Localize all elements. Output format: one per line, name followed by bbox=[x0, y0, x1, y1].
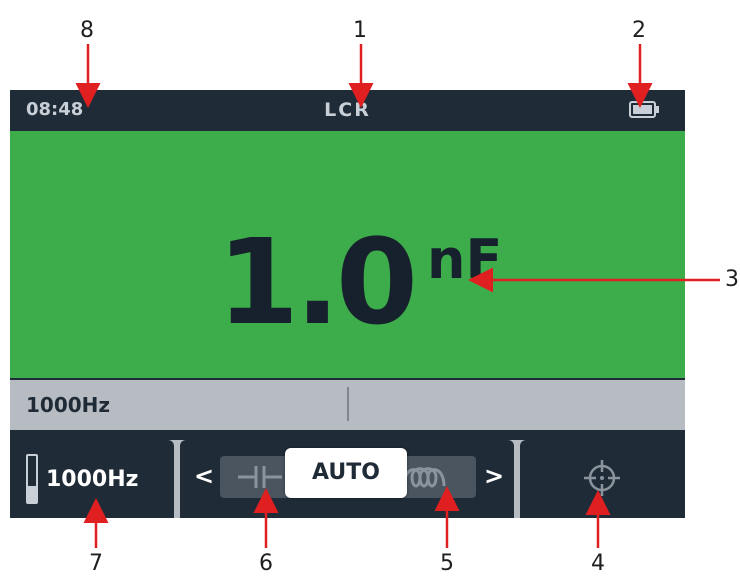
callout-5: 5 bbox=[440, 551, 454, 576]
frequency-softkey-label: 1000Hz bbox=[46, 467, 139, 492]
secondary-divider bbox=[347, 387, 349, 421]
callout-8: 8 bbox=[80, 18, 94, 43]
component-mode-softkey[interactable]: < AUTO > bbox=[180, 440, 514, 518]
callout-7: 7 bbox=[89, 551, 103, 576]
status-bar: 08:48 LCR bbox=[10, 90, 685, 130]
secondary-frequency: 1000Hz bbox=[26, 393, 111, 417]
mode-title: LCR bbox=[324, 99, 371, 121]
callout-4: 4 bbox=[591, 551, 605, 576]
frequency-level-bar bbox=[26, 454, 38, 504]
softkey-bar: 1000Hz < AUTO > bbox=[10, 440, 685, 518]
callout-6: 6 bbox=[259, 551, 273, 576]
auto-mode-button[interactable]: AUTO bbox=[285, 448, 407, 498]
primary-reading-panel: 1.0 nF bbox=[10, 131, 685, 378]
frequency-softkey[interactable]: 1000Hz bbox=[10, 440, 174, 518]
chevron-left-icon[interactable]: < bbox=[194, 462, 214, 490]
crosshair-icon bbox=[584, 460, 620, 496]
target-softkey[interactable] bbox=[520, 440, 685, 518]
chevron-right-icon[interactable]: > bbox=[484, 462, 504, 490]
frequency-level-fill bbox=[28, 485, 36, 502]
battery-icon bbox=[629, 101, 659, 118]
meter-screen: 08:48 LCR 1.0 nF 1000Hz 1000Hz < AUTO > bbox=[10, 90, 685, 518]
secondary-display: 1000Hz bbox=[10, 380, 685, 430]
reading-unit: nF bbox=[427, 228, 503, 291]
callout-2: 2 bbox=[632, 18, 646, 43]
callout-1: 1 bbox=[353, 18, 367, 43]
callout-3: 3 bbox=[725, 267, 739, 292]
reading-value: 1.0 bbox=[217, 213, 418, 351]
